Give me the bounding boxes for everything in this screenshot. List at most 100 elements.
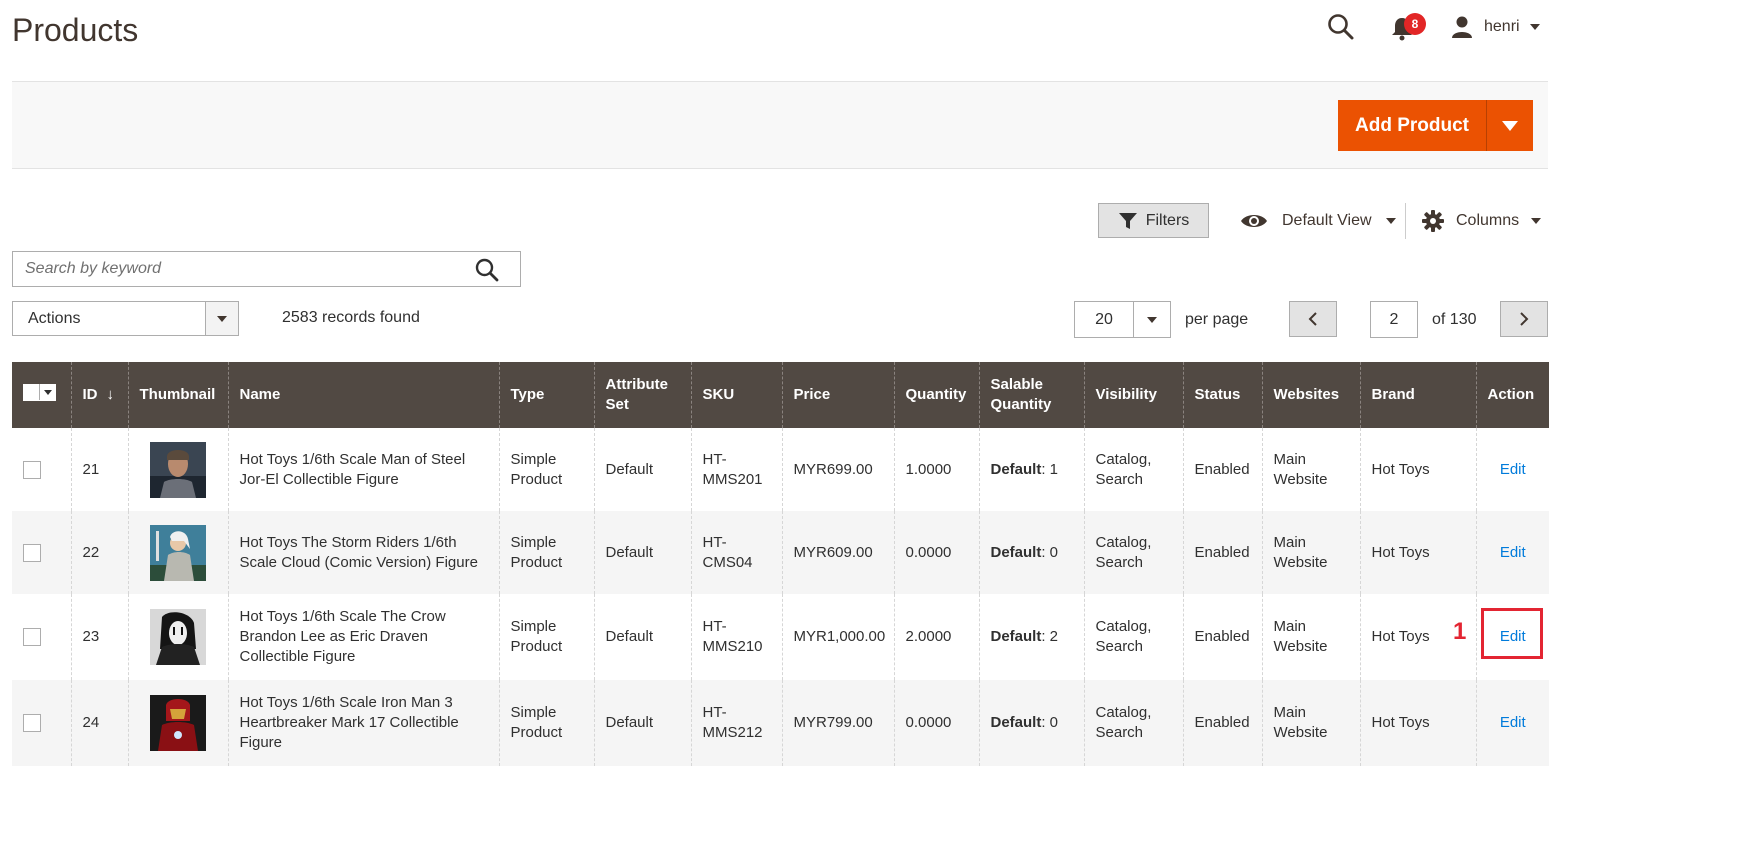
product-websites: Main Website (1261, 594, 1360, 680)
chevron-down-icon (1531, 218, 1542, 224)
chevron-down-icon (44, 389, 52, 395)
mass-actions-dropdown[interactable]: Actions (12, 301, 239, 336)
product-quantity: 1.0000 (893, 428, 979, 511)
product-sku: HT-MMS201 (690, 428, 782, 511)
row-id: 23 (70, 594, 128, 680)
edit-link[interactable]: Edit (1500, 713, 1526, 733)
column-header-price[interactable]: Price (781, 362, 894, 428)
chevron-down-icon (1502, 120, 1518, 131)
product-sku: HT-CMS04 (690, 511, 782, 594)
columns-label: Columns (1456, 212, 1520, 229)
filters-button[interactable]: Filters (1098, 203, 1209, 238)
row-checkbox[interactable] (23, 628, 41, 647)
row-checkbox[interactable] (23, 543, 41, 562)
product-thumbnail-image (150, 524, 206, 581)
product-attribute-set: Default (593, 511, 691, 594)
column-header-action: Action (1475, 362, 1549, 428)
view-label: Default View (1282, 212, 1372, 229)
username: henri (1484, 18, 1520, 35)
page-title: Products (12, 12, 139, 48)
mass-select-checkbox[interactable] (23, 383, 56, 401)
edit-link[interactable]: Edit (1500, 543, 1526, 563)
product-attribute-set: Default (593, 428, 691, 511)
product-sku: HT-MMS212 (690, 680, 782, 766)
product-price: MYR699.00 (781, 428, 894, 511)
per-page-label: per page (1185, 311, 1249, 328)
product-quantity: 2.0000 (893, 594, 979, 680)
add-product-button[interactable]: Add Product (1338, 100, 1486, 151)
funnel-icon (1118, 212, 1137, 229)
product-salable-quantity: Default: 0 (978, 680, 1084, 766)
column-header-visibility[interactable]: Visibility (1083, 362, 1183, 428)
row-id: 21 (70, 428, 128, 511)
product-type: Simple Product (498, 680, 594, 766)
keyword-search (12, 251, 521, 287)
search-icon[interactable] (1326, 12, 1356, 42)
table-row[interactable]: 21 Hot Toys 1/6th Scale Man of Steel Jor… (12, 428, 1549, 511)
product-thumbnail[interactable] (127, 511, 228, 594)
records-found-count: 2583 records found (282, 309, 420, 326)
filters-label: Filters (1145, 211, 1190, 229)
product-name: Hot Toys 1/6th Scale Man of Steel Jor-El… (227, 428, 499, 511)
product-salable-quantity: Default: 0 (978, 511, 1084, 594)
table-row[interactable]: 23 Hot Toys 1/6th Scale The Crow Brandon… (12, 594, 1549, 680)
product-visibility: Catalog, Search (1083, 428, 1183, 511)
column-header-status[interactable]: Status (1182, 362, 1262, 428)
product-name: Hot Toys 1/6th Scale The Crow Brandon Le… (227, 594, 499, 680)
per-page-value: 20 (1095, 310, 1113, 328)
search-input[interactable] (13, 252, 477, 286)
column-header-brand[interactable]: Brand (1359, 362, 1476, 428)
column-header-sku[interactable]: SKU (690, 362, 782, 428)
chevron-right-icon (1520, 312, 1529, 326)
product-thumbnail-image (150, 441, 206, 498)
table-row[interactable]: 24 Hot Toys 1/6th Scale Iron Man 3 Heart… (12, 680, 1549, 766)
product-price: MYR609.00 (781, 511, 894, 594)
product-quantity: 0.0000 (893, 511, 979, 594)
product-price: MYR1,000.00 (781, 594, 894, 680)
view-switcher[interactable]: Default View (1240, 205, 1396, 237)
mass-select-header[interactable] (12, 362, 71, 428)
column-header-attribute-set[interactable]: Attribute Set (593, 362, 691, 428)
product-thumbnail[interactable] (127, 594, 228, 680)
sort-descending-icon: ↓ (106, 386, 115, 403)
add-product-split-button: Add Product (1338, 100, 1533, 151)
notification-count-badge[interactable]: 8 (1404, 13, 1426, 35)
user-menu[interactable]: henri (1450, 14, 1540, 40)
row-id: 22 (70, 511, 128, 594)
product-name: Hot Toys The Storm Riders 1/6th Scale Cl… (227, 511, 499, 594)
gear-icon (1422, 210, 1444, 232)
table-row[interactable]: 22 Hot Toys The Storm Riders 1/6th Scale… (12, 511, 1549, 594)
column-header-websites[interactable]: Websites (1261, 362, 1360, 428)
next-page-button[interactable] (1500, 301, 1548, 337)
edit-link[interactable]: Edit (1500, 460, 1526, 480)
add-product-dropdown-toggle[interactable] (1486, 100, 1533, 151)
column-header-id[interactable]: ID ↓ (70, 362, 128, 428)
row-id: 24 (70, 680, 128, 766)
column-header-quantity[interactable]: Quantity (893, 362, 979, 428)
product-status: Enabled (1182, 511, 1262, 594)
per-page-dropdown[interactable]: 20 (1074, 301, 1171, 338)
product-attribute-set: Default (593, 594, 691, 680)
previous-page-button[interactable] (1289, 301, 1337, 337)
columns-switcher[interactable]: Columns (1422, 205, 1542, 237)
annotation-number: 1 (1453, 618, 1467, 645)
product-thumbnail[interactable] (127, 428, 228, 511)
column-header-type[interactable]: Type (498, 362, 594, 428)
search-icon[interactable] (474, 257, 500, 283)
product-thumbnail-image (150, 609, 206, 665)
product-thumbnail-image (150, 695, 206, 751)
row-checkbox[interactable] (23, 460, 41, 479)
actions-label: Actions (28, 309, 81, 327)
current-page-input[interactable] (1370, 301, 1418, 338)
chevron-down-icon (1529, 24, 1540, 30)
product-quantity: 0.0000 (893, 680, 979, 766)
product-status: Enabled (1182, 428, 1262, 511)
column-header-name[interactable]: Name (227, 362, 499, 428)
product-status: Enabled (1182, 594, 1262, 680)
annotation-highlight-box (1481, 608, 1543, 659)
chevron-down-icon (205, 302, 238, 335)
product-type: Simple Product (498, 511, 594, 594)
product-thumbnail[interactable] (127, 680, 228, 766)
row-checkbox[interactable] (23, 714, 41, 733)
grid-header-row: ID ↓ Thumbnail Name Type Attribute Set SK… (12, 362, 1549, 428)
